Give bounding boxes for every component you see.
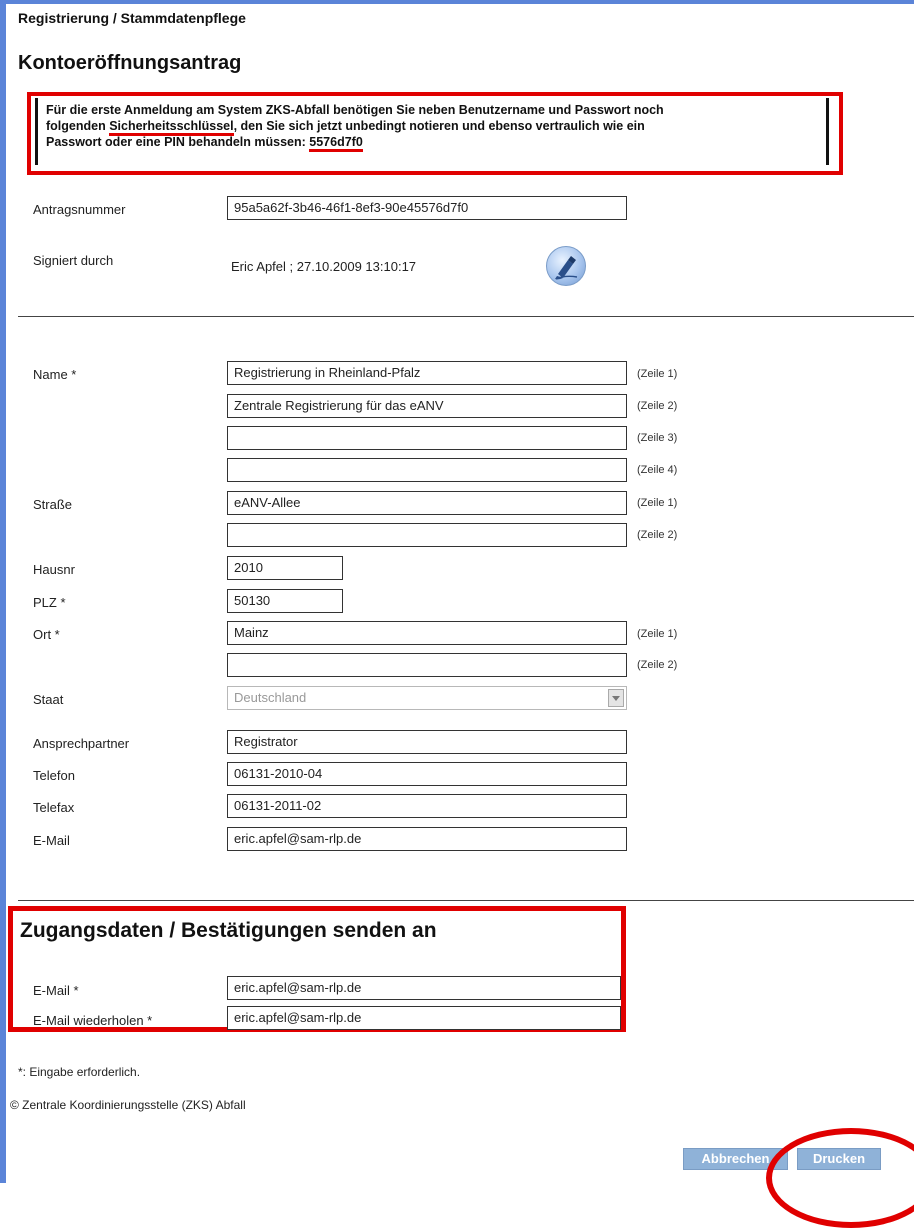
telefon-label: Telefon xyxy=(33,768,75,783)
strasse-label: Straße xyxy=(33,497,73,512)
hausnr-input[interactable]: 2010 xyxy=(227,556,343,580)
name-line-4-input[interactable] xyxy=(227,458,627,482)
zeile-label: (Zeile 2) xyxy=(637,529,678,541)
notice-line-3: Passwort oder eine PIN behandeln müssen:… xyxy=(46,134,826,152)
signature-pen-icon[interactable] xyxy=(546,246,586,286)
staat-selected-value: Deutschland xyxy=(234,690,307,705)
window-top-border xyxy=(0,0,914,4)
plz-input[interactable]: 50130 xyxy=(227,589,343,613)
zeile-label: (Zeile 2) xyxy=(637,400,678,412)
zeile-label: (Zeile 4) xyxy=(637,464,678,476)
zugang-email-repeat-input[interactable]: eric.apfel@sam-rlp.de xyxy=(227,1006,621,1030)
name-line-2-input[interactable]: Zentrale Registrierung für das eANV xyxy=(227,394,627,418)
zugangsdaten-title: Zugangsdaten / Bestätigungen senden an xyxy=(20,919,437,942)
email-input[interactable]: eric.apfel@sam-rlp.de xyxy=(227,827,627,851)
zeile-label: (Zeile 1) xyxy=(637,368,678,380)
copyright: © Zentrale Koordinierungsstelle (ZKS) Ab… xyxy=(10,1098,246,1112)
ort-label: Ort * xyxy=(33,627,60,642)
zugang-email-label: E-Mail * xyxy=(33,983,79,998)
name-line-1-input[interactable]: Registrierung in Rheinland-Pfalz xyxy=(227,361,627,385)
security-key-value: 5576d7f0 xyxy=(309,135,363,152)
ansprechpartner-input[interactable]: Registrator xyxy=(227,730,627,754)
separator-2 xyxy=(18,900,914,901)
signiert-value: Eric Apfel ; 27.10.2009 13:10:17 xyxy=(231,259,417,274)
ort-line-2-input[interactable] xyxy=(227,653,627,677)
ort-line-1-input[interactable]: Mainz xyxy=(227,621,627,645)
telefax-input[interactable]: 06131-2011-02 xyxy=(227,794,627,818)
zugang-email-input[interactable]: eric.apfel@sam-rlp.de xyxy=(227,976,621,1000)
print-highlight-circle xyxy=(766,1128,914,1228)
zeile-label: (Zeile 1) xyxy=(637,497,678,509)
page-title: Kontoeröffnungsantrag xyxy=(18,52,242,74)
separator-1 xyxy=(18,316,914,317)
notice-line-2: folgenden Sicherheitsschlüssel, den Sie … xyxy=(46,118,826,136)
security-notice: Für die erste Anmeldung am System ZKS-Ab… xyxy=(35,98,829,165)
name-label: Name * xyxy=(33,367,77,382)
telefax-label: Telefax xyxy=(33,800,75,815)
signiert-label: Signiert durch xyxy=(33,253,114,268)
staat-label: Staat xyxy=(33,692,64,707)
plz-label: PLZ * xyxy=(33,595,66,610)
zeile-label: (Zeile 2) xyxy=(637,659,678,671)
strasse-line-1-input[interactable]: eANV-Allee xyxy=(227,491,627,515)
ansprechpartner-label: Ansprechpartner xyxy=(33,736,130,751)
security-notice-highlight: Für die erste Anmeldung am System ZKS-Ab… xyxy=(27,92,843,175)
breadcrumb: Registrierung / Stammdatenpflege xyxy=(18,10,246,26)
zugang-email-repeat-label: E-Mail wiederholen * xyxy=(33,1013,153,1028)
required-note: *: Eingabe erforderlich. xyxy=(18,1065,141,1079)
name-line-3-input[interactable] xyxy=(227,426,627,450)
notice-line-1: Für die erste Anmeldung am System ZKS-Ab… xyxy=(46,103,664,117)
hausnr-label: Hausnr xyxy=(33,562,75,577)
antragsnummer-label: Antragsnummer xyxy=(33,202,126,217)
email-label: E-Mail xyxy=(33,833,70,848)
zeile-label: (Zeile 3) xyxy=(637,432,678,444)
staat-select[interactable]: Deutschland xyxy=(227,686,627,710)
zeile-label: (Zeile 1) xyxy=(637,628,678,640)
strasse-line-2-input[interactable] xyxy=(227,523,627,547)
antragsnummer-field: 95a5a62f-3b46-46f1-8ef3-90e45576d7f0 xyxy=(227,196,627,220)
telefon-input[interactable]: 06131-2010-04 xyxy=(227,762,627,786)
chevron-down-icon[interactable] xyxy=(608,689,624,707)
window-left-border xyxy=(0,0,6,1183)
